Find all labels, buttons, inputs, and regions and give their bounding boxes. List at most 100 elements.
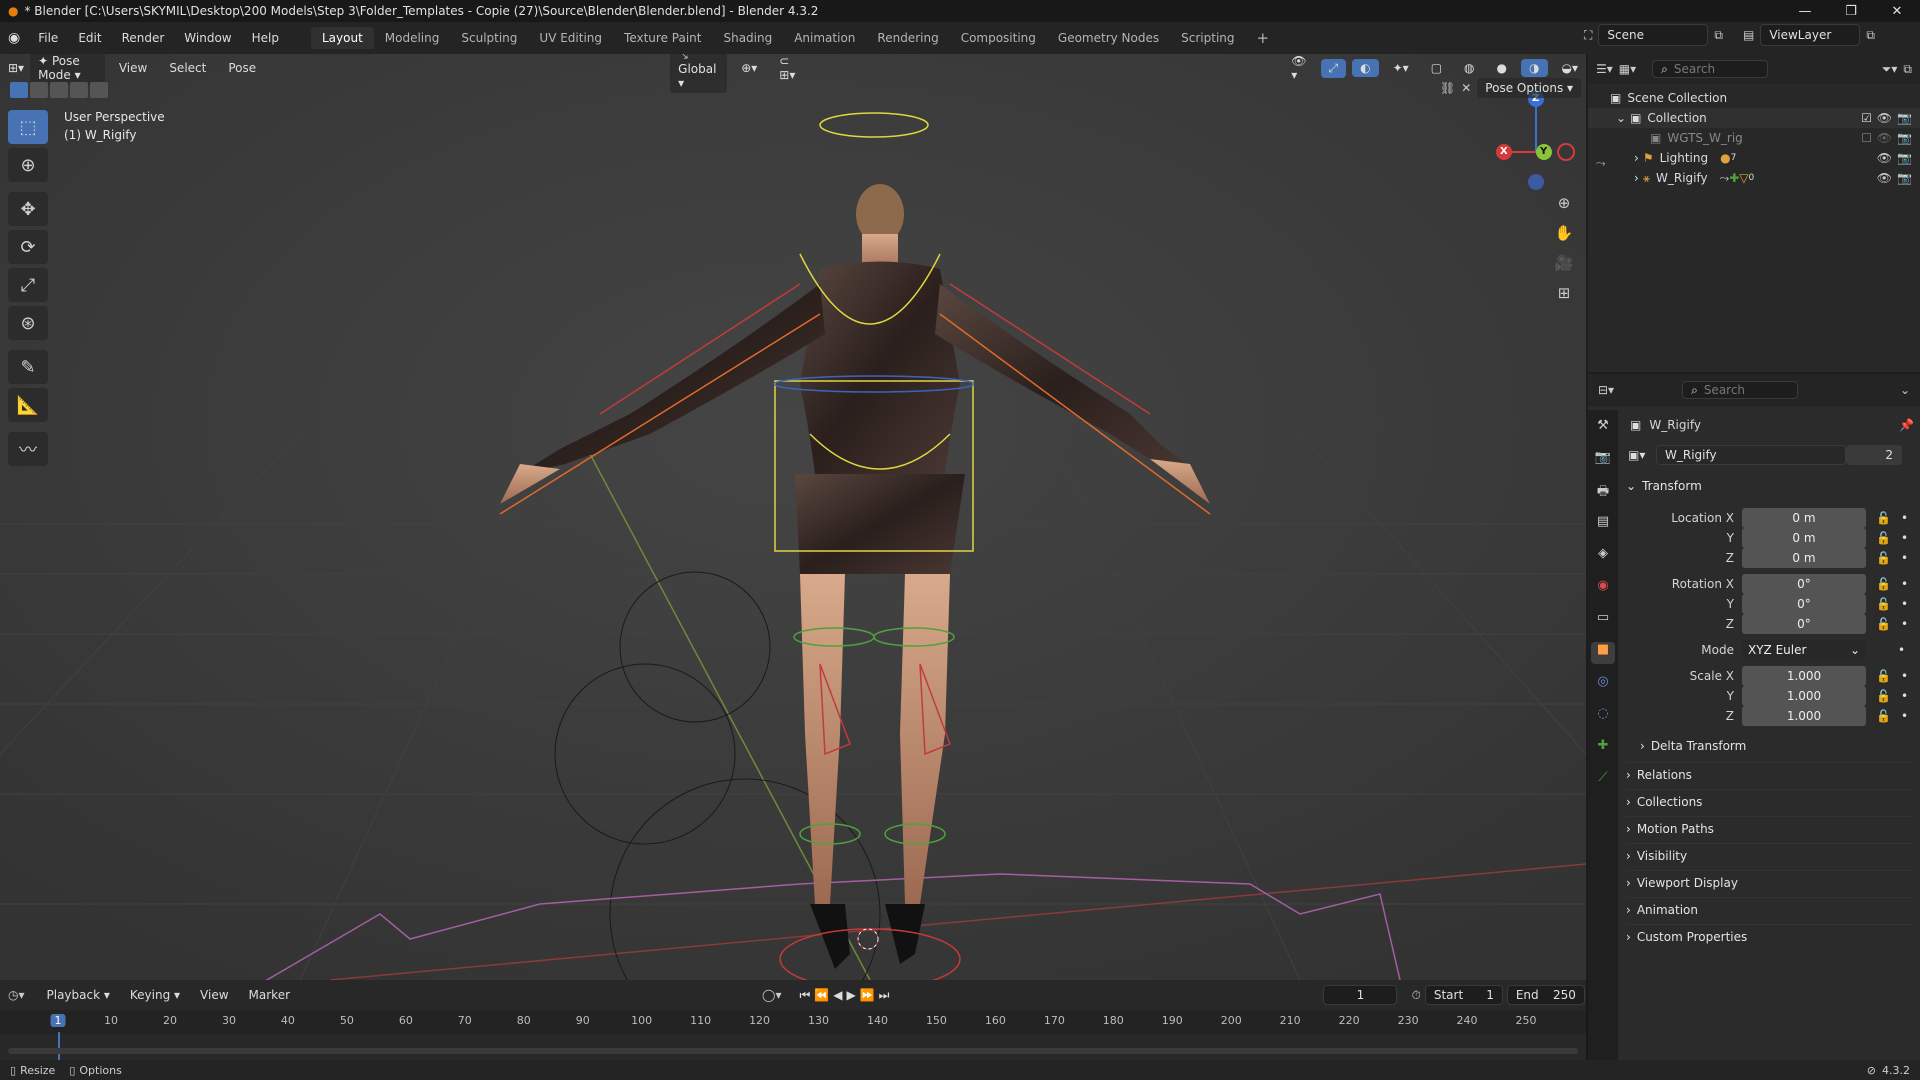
menu-pose[interactable]: Pose: [220, 59, 264, 77]
bone-overlay-icon[interactable]: ✦▾: [1385, 59, 1417, 77]
rotation-x-field[interactable]: 0°: [1742, 574, 1866, 594]
tab-sculpting[interactable]: Sculpting: [450, 27, 528, 49]
select-invert-icon[interactable]: [70, 82, 88, 98]
keyframe-dot-icon[interactable]: •: [1901, 511, 1908, 525]
lock-icon[interactable]: 🔓: [1876, 531, 1891, 545]
relax-tool[interactable]: 〰: [8, 432, 48, 466]
collection-tab-icon[interactable]: ▭: [1591, 610, 1615, 632]
play-icon[interactable]: ▶: [846, 988, 855, 1002]
close-button[interactable]: ✕: [1874, 4, 1920, 19]
lock-icon[interactable]: 🔓: [1876, 669, 1891, 683]
modifiers-tab-icon[interactable]: ◎: [1591, 674, 1615, 696]
tab-scripting[interactable]: Scripting: [1170, 27, 1245, 49]
tab-rendering[interactable]: Rendering: [866, 27, 949, 49]
menu-view[interactable]: View: [192, 986, 236, 1004]
playhead[interactable]: [58, 1032, 60, 1060]
datablock-name-field[interactable]: W_Rigify: [1656, 445, 1846, 465]
output-tab-icon[interactable]: 🖶: [1591, 482, 1615, 504]
visibility-icon[interactable]: 👁▾: [1283, 54, 1314, 84]
world-tab-icon[interactable]: ◉: [1591, 578, 1615, 600]
delta-transform-header[interactable]: › Delta Transform: [1640, 734, 1912, 758]
xray-icon[interactable]: ▢: [1423, 59, 1450, 77]
perspective-toggle-icon[interactable]: ⊞: [1548, 284, 1580, 310]
pose-options-dropdown[interactable]: Pose Options ▾: [1477, 78, 1582, 98]
scene-field[interactable]: Scene: [1598, 24, 1709, 46]
select-intersect-icon[interactable]: [90, 82, 108, 98]
chevron-right-icon[interactable]: ›: [1634, 171, 1639, 185]
jump-start-icon[interactable]: ⏮: [799, 988, 810, 1003]
user-count-field[interactable]: 2: [1846, 445, 1902, 465]
tab-modeling[interactable]: Modeling: [374, 27, 451, 49]
play-reverse-icon[interactable]: ◀: [833, 988, 842, 1002]
eye-icon[interactable]: 👁: [1877, 151, 1892, 165]
outliner-editor-icon[interactable]: ☰▾: [1596, 62, 1613, 76]
current-frame-field[interactable]: 1: [1323, 985, 1398, 1005]
x-mirror-icon[interactable]: ✕: [1461, 81, 1471, 95]
maximize-button[interactable]: ❐: [1828, 4, 1874, 19]
menu-help[interactable]: Help: [242, 31, 289, 45]
editor-type-icon[interactable]: ⊞▾: [8, 61, 24, 75]
keyframe-dot-icon[interactable]: •: [1898, 643, 1905, 657]
lock-icon[interactable]: 🔓: [1876, 709, 1891, 723]
scale-x-field[interactable]: 1.000: [1742, 666, 1866, 686]
material-shading-icon[interactable]: ◑: [1521, 59, 1548, 77]
eye-icon[interactable]: 👁: [1877, 131, 1892, 145]
menu-keying[interactable]: Keying ▾: [122, 986, 188, 1004]
tab-layout[interactable]: Layout: [310, 27, 374, 49]
tab-texture-paint[interactable]: Texture Paint: [613, 27, 712, 49]
outliner-row-wgts[interactable]: ▣ WGTS_W_rig ☐ 👁 📷: [1588, 128, 1920, 148]
menu-edit[interactable]: Edit: [68, 31, 111, 45]
gizmo-x-label[interactable]: X: [1500, 146, 1508, 157]
animation-section-header[interactable]: › Animation: [1626, 897, 1912, 921]
camera-icon[interactable]: 📷: [1897, 151, 1912, 165]
select-new-icon[interactable]: [10, 82, 28, 98]
chevron-right-icon[interactable]: ›: [1634, 151, 1639, 165]
keyframe-dot-icon[interactable]: •: [1901, 669, 1908, 683]
pan-hand-icon[interactable]: ✋: [1548, 224, 1580, 250]
stopwatch-icon[interactable]: ⏱: [1411, 988, 1420, 1003]
scale-y-field[interactable]: 1.000: [1742, 686, 1866, 706]
outliner-row-w-rigify[interactable]: › ⚹ W_Rigify ⤳ ✚ ▽ 0 👁 📷: [1588, 168, 1920, 188]
blender-menu-icon[interactable]: ◉: [8, 30, 20, 46]
overlay-icon[interactable]: ◐: [1352, 59, 1379, 77]
outliner-row-lighting[interactable]: › ⚑ Lighting ● 7 👁 📷: [1588, 148, 1920, 168]
mode-dropdown[interactable]: ✦ Pose Mode ▾: [30, 54, 105, 85]
lock-icon[interactable]: 🔓: [1876, 597, 1891, 611]
pin-icon[interactable]: 📌: [1899, 418, 1914, 432]
zoom-icon[interactable]: ⊕: [1548, 194, 1580, 220]
tab-uv-editing[interactable]: UV Editing: [528, 27, 613, 49]
minimize-button[interactable]: —: [1782, 4, 1828, 19]
annotate-tool[interactable]: ✎: [8, 350, 48, 384]
keyframe-dot-icon[interactable]: •: [1901, 531, 1908, 545]
timeline-editor-icon[interactable]: ◷▾: [8, 988, 25, 1002]
start-frame-field[interactable]: Start 1: [1424, 985, 1503, 1005]
camera-icon[interactable]: 📷: [1897, 111, 1912, 125]
tab-animation[interactable]: Animation: [783, 27, 866, 49]
auto-ik-icon[interactable]: ⛓: [1440, 81, 1455, 95]
render-tab-icon[interactable]: 📷: [1591, 450, 1615, 472]
checkbox-icon[interactable]: ☑: [1861, 111, 1872, 125]
camera-icon[interactable]: 📷: [1897, 131, 1912, 145]
keyframe-dot-icon[interactable]: •: [1901, 709, 1908, 723]
eye-icon[interactable]: 👁: [1877, 171, 1892, 185]
keyframe-dot-icon[interactable]: •: [1901, 597, 1908, 611]
scale-tool[interactable]: ⤢: [8, 268, 48, 302]
datablock-type-icon[interactable]: ▣▾: [1628, 448, 1656, 462]
menu-file[interactable]: File: [28, 31, 68, 45]
camera-icon[interactable]: 📷: [1897, 171, 1912, 185]
pivot-icon[interactable]: ⊕▾: [733, 59, 765, 77]
transform-section-header[interactable]: ⌄ Transform: [1626, 474, 1912, 498]
snap-icon[interactable]: ⊂ ⊞▾: [771, 54, 807, 84]
camera-view-icon[interactable]: 🎥: [1548, 254, 1580, 280]
view-layer-tab-icon[interactable]: ▤: [1591, 514, 1615, 536]
scene-tab-icon[interactable]: ◈: [1591, 546, 1615, 568]
lock-icon[interactable]: 🔓: [1876, 617, 1891, 631]
select-subtract-icon[interactable]: [50, 82, 68, 98]
rotation-z-field[interactable]: 0°: [1742, 614, 1866, 634]
visibility-section-header[interactable]: › Visibility: [1626, 843, 1912, 867]
select-extend-icon[interactable]: [30, 82, 48, 98]
transform-tool[interactable]: ⊛: [8, 306, 48, 340]
add-workspace-button[interactable]: +: [1246, 25, 1281, 51]
properties-editor-icon[interactable]: ⊟▾: [1598, 383, 1614, 397]
gizmo-y-label[interactable]: Y: [1540, 146, 1547, 157]
